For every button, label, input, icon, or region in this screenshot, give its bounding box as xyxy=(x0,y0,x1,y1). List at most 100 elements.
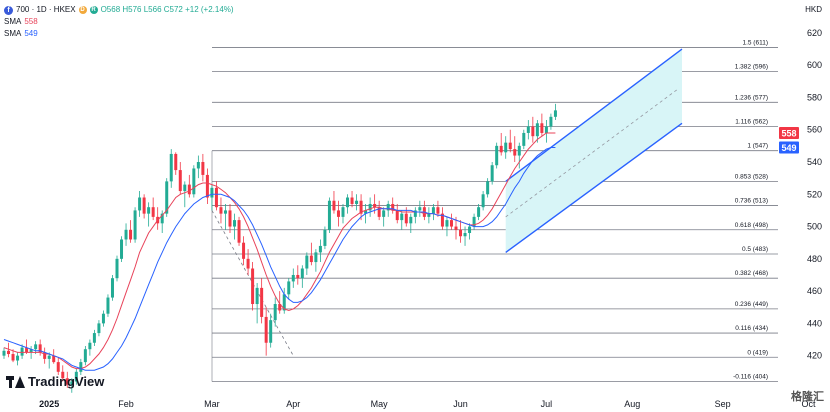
ohlc-readout: O568 H576 L566 C572 +12 (+2.14%) xyxy=(100,5,234,14)
tradingview-watermark: TradingView xyxy=(6,374,104,389)
candle-body xyxy=(251,268,255,305)
candle-body xyxy=(314,252,318,263)
candle-body xyxy=(97,323,101,334)
symbol-logo-icon: f xyxy=(4,5,13,15)
candle-body xyxy=(404,213,408,224)
candle-body xyxy=(318,245,322,253)
price-tag-label: 558 xyxy=(781,128,796,138)
candle-body xyxy=(431,207,435,214)
fib-level-label: 1.382 (596) xyxy=(735,64,768,71)
candle-body xyxy=(20,347,24,356)
candle-body xyxy=(133,210,137,240)
candle-body xyxy=(287,281,291,295)
candle-body xyxy=(477,207,481,217)
candle-body xyxy=(355,200,359,204)
candle-body xyxy=(196,162,200,169)
candle-body xyxy=(11,354,15,361)
candle-body xyxy=(7,350,11,355)
candle-body xyxy=(336,210,340,217)
candle-body xyxy=(56,362,60,372)
candle-body xyxy=(382,210,386,217)
sma-legend-row-2[interactable]: SMA 549 xyxy=(4,28,234,40)
candle-body xyxy=(192,168,196,195)
candle-body xyxy=(323,229,327,246)
candle-body xyxy=(214,187,218,208)
fib-level-label: 0.618 (498) xyxy=(735,222,768,229)
candle-body xyxy=(246,258,250,269)
candle-body xyxy=(490,165,494,182)
symbol-title[interactable]: 700 · 1D · HKEX xyxy=(16,4,76,16)
price-tick-label: 420 xyxy=(807,351,822,361)
candle-body xyxy=(486,181,490,195)
time-tick-label: Mar xyxy=(204,399,220,409)
price-tick-label: 600 xyxy=(807,60,822,70)
price-tick-label: 460 xyxy=(807,286,822,296)
candle-body xyxy=(427,213,431,217)
fib-level-label: 1 (547) xyxy=(747,143,768,150)
sma-legend-row-1[interactable]: SMA 558 xyxy=(4,16,234,28)
fib-level-label: 0 (419) xyxy=(747,349,768,356)
sma-value: 558 xyxy=(24,17,38,26)
candle-body xyxy=(110,278,114,298)
candle-body xyxy=(526,126,530,133)
candle-body xyxy=(300,268,304,279)
fib-level-label: 1.116 (562) xyxy=(735,119,768,126)
candle-body xyxy=(264,316,268,343)
corner-logo: 格隆汇 xyxy=(791,391,824,403)
candle-body xyxy=(120,239,124,259)
candle-body xyxy=(504,142,508,153)
price-tick-label: 500 xyxy=(807,222,822,232)
candle-body xyxy=(237,220,241,243)
candle-body xyxy=(106,297,110,314)
time-tick-label: Aug xyxy=(624,399,640,409)
price-axis-background xyxy=(778,0,830,396)
candle-body xyxy=(522,132,526,146)
candle-body xyxy=(291,274,295,282)
candle-body xyxy=(445,220,449,227)
candle-body xyxy=(508,142,512,150)
candle-body xyxy=(495,145,499,166)
candle-body xyxy=(223,210,227,214)
candle-body xyxy=(296,274,300,279)
candle-body xyxy=(463,233,467,237)
candle-body xyxy=(174,153,178,171)
candle-body xyxy=(138,197,142,211)
candle-body xyxy=(115,258,119,279)
price-tick-label: 560 xyxy=(807,125,822,135)
candle-body xyxy=(400,213,404,221)
time-tick-label: Jul xyxy=(541,399,553,409)
watermark-text: TradingView xyxy=(28,374,105,389)
sma-label: SMA xyxy=(4,17,22,26)
candle-body xyxy=(201,162,205,175)
candle-body xyxy=(242,242,246,259)
candle-body xyxy=(269,320,273,343)
candle-body xyxy=(535,123,539,137)
candle-body xyxy=(124,229,128,240)
candle-body xyxy=(16,355,20,361)
sma-label: SMA xyxy=(4,29,22,38)
price-tick-label: 540 xyxy=(807,157,822,167)
currency-label[interactable]: HKD xyxy=(805,5,822,14)
dividend-badge-icon[interactable]: D xyxy=(78,6,87,14)
candle-body xyxy=(309,255,313,263)
candle-body xyxy=(83,349,87,363)
candle-body xyxy=(544,126,548,133)
time-axis[interactable]: 2025 Feb Mar Apr May Jun Jul Aug Sep Oct xyxy=(0,396,816,412)
candle-body xyxy=(436,207,440,214)
earnings-badge-icon[interactable]: R xyxy=(89,6,98,14)
price-axis[interactable]: 420 440 460 480 500 520 540 560 580 600 620 558 549 xyxy=(778,0,830,396)
candle-body xyxy=(52,355,56,363)
candle-body xyxy=(147,207,151,214)
candle-body xyxy=(2,350,6,356)
candle-body xyxy=(255,287,259,305)
price-chart[interactable]: 1.5 (611) 1.382 (596) 1.236 (577) 1.116 (56… xyxy=(0,0,830,412)
time-tick-label: Sep xyxy=(715,399,731,409)
price-tick-label: 520 xyxy=(807,189,822,199)
fib-level-label: 0.236 (449) xyxy=(735,301,768,308)
candle-body xyxy=(468,226,472,234)
symbol-row[interactable]: f 700 · 1D · HKEX D R O568 H576 L566 C57… xyxy=(4,4,234,16)
candle-body xyxy=(481,194,485,208)
candle-body xyxy=(459,229,463,237)
chart-background xyxy=(0,0,830,412)
candle-body xyxy=(205,174,209,198)
